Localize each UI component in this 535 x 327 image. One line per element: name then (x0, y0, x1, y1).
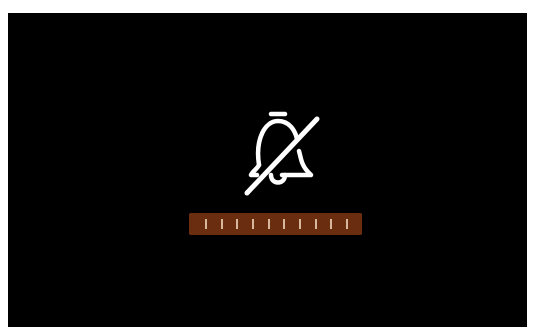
bell-slash-icon (244, 111, 320, 196)
volume-level-bar (189, 213, 362, 235)
volume-tick (315, 219, 317, 229)
volume-level-ticks (189, 213, 362, 235)
volume-tick (252, 219, 254, 229)
volume-tick (330, 219, 332, 229)
volume-tick (268, 219, 270, 229)
volume-tick (236, 219, 238, 229)
volume-tick (221, 219, 223, 229)
volume-tick (346, 219, 348, 229)
volume-tick (283, 219, 285, 229)
volume-hud-screen (8, 13, 527, 327)
volume-tick (205, 219, 207, 229)
volume-tick (299, 219, 301, 229)
